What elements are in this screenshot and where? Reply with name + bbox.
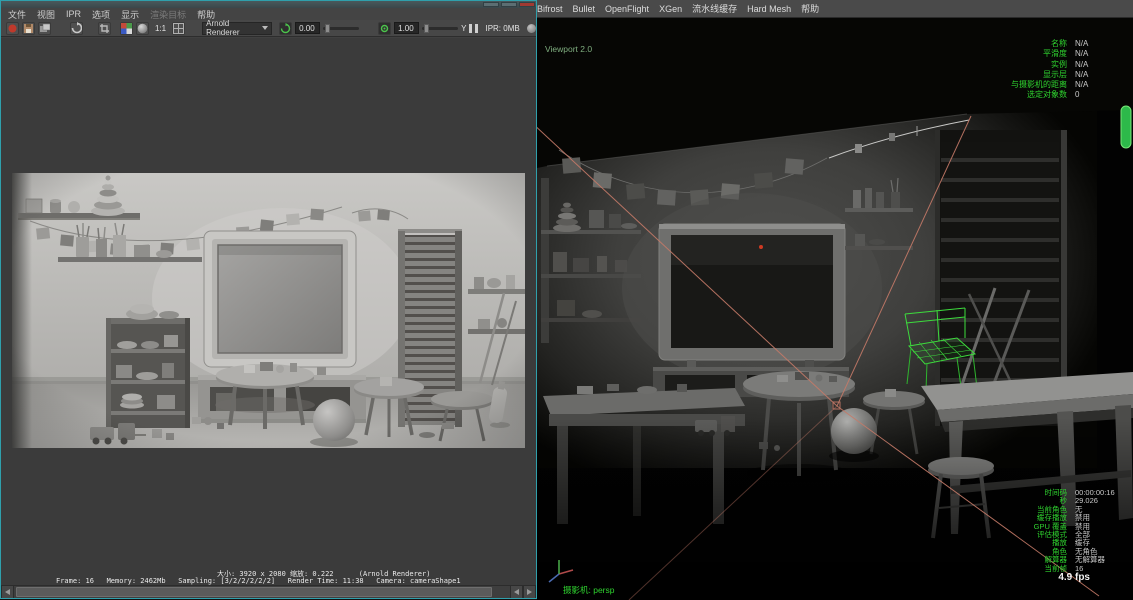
viewport[interactable]: Viewport 2.0 名称 N/A 平滑度 N/A 实例 N/A 显示层 N/A 与…	[537, 18, 1133, 600]
hud-row: 与摄影机的距离 N/A	[1011, 79, 1129, 89]
renderview-toolbar: 1:1 Arnold Renderer Y IPR: 0MB	[1, 19, 536, 37]
hud-row: 解算器 无解算器	[1034, 554, 1129, 564]
minimize-icon[interactable]	[483, 2, 499, 7]
record-icon[interactable]	[6, 21, 19, 35]
hud-row: 显示层 N/A	[1011, 69, 1129, 79]
menu-ipr[interactable]: IPR	[66, 9, 81, 19]
camera-label: 摄影机: persp	[563, 585, 615, 595]
renderer-dropdown-value: Arnold Renderer	[206, 19, 240, 37]
menu-bullet[interactable]: Bullet	[573, 4, 596, 14]
hud-value: N/A	[1075, 80, 1089, 90]
aov-grid-icon[interactable]	[172, 21, 186, 35]
menu-file[interactable]: 文件	[8, 8, 26, 21]
hud-row: 实例 N/A	[1011, 59, 1129, 69]
rgba-channels-icon[interactable]	[120, 21, 133, 35]
hud-row: 缓存播放 禁用	[1034, 512, 1129, 522]
hud-value: N/A	[1075, 39, 1089, 48]
renderview-menubar: 文件 视图 IPR 选项 显示 渲染目标 帮助	[1, 8, 536, 20]
hud-row: 当前帧 16	[1034, 563, 1129, 573]
hud-playback: 时间码 00:00:00:16 秒 29.026 当前角色无 缓存播放 禁用 GPU …	[1034, 487, 1129, 573]
gamma-slider-handle[interactable]	[424, 23, 430, 33]
horizontal-scrollbar[interactable]	[1, 585, 536, 598]
menu-openflight[interactable]: OpenFlight	[605, 4, 649, 14]
exposure-slider[interactable]	[323, 23, 360, 33]
arnold-renderview-window: 文件 视图 IPR 选项 显示 渲染目标 帮助 1:1 Arnold Rende…	[0, 0, 537, 599]
pause-icon[interactable]	[469, 23, 479, 33]
status-indicator-icon	[526, 23, 536, 33]
maximize-icon[interactable]	[501, 2, 517, 7]
hud-row: GPU 覆盖 禁用	[1034, 521, 1129, 531]
display-sphere-icon[interactable]	[136, 21, 149, 35]
render-frame-info: Frame: 16 Memory: 2462Mb Sampling: [3/2/…	[56, 577, 461, 585]
render-refresh-icon[interactable]	[70, 21, 83, 35]
menu-display[interactable]: 显示	[121, 8, 139, 21]
snapshot-icon[interactable]	[38, 21, 51, 35]
window-titlebar[interactable]	[1, 1, 536, 8]
hud-value: N/A	[1075, 59, 1089, 69]
render-status-bar: 大小: 3920 x 2080 缩放: 0.222 (Arnold Render…	[1, 569, 536, 585]
scroll-left-end-icon[interactable]	[510, 586, 523, 598]
hud-label: 选定对象数	[1027, 90, 1067, 100]
hud-row: 选定对象数 0	[1011, 89, 1129, 99]
white-balance-icon[interactable]	[378, 21, 392, 35]
menu-bifrost[interactable]: Bifrost	[537, 4, 563, 14]
chevron-down-icon	[262, 26, 269, 30]
maya-main-window: Bifrost Bullet OpenFlight XGen 流水线缓存 Har…	[537, 0, 1133, 600]
hud-value: N/A	[1075, 49, 1089, 59]
hud-row: 当前角色无	[1034, 504, 1129, 514]
scroll-left-icon[interactable]	[1, 586, 14, 598]
hud-object-details: 名称 N/A 平滑度 N/A 实例 N/A 显示层 N/A 与摄影机的距离 N/A 选定对…	[1011, 38, 1129, 100]
hud-value: 0	[1075, 90, 1080, 100]
menu-view[interactable]: 视图	[37, 8, 55, 21]
ipr-memory-label: IPR: 0MB	[485, 23, 520, 33]
zoom-ratio-label[interactable]: 1:1	[155, 24, 166, 33]
hud-row: 时间码 00:00:00:16	[1034, 487, 1129, 497]
hud-row: 名称 N/A	[1011, 38, 1129, 48]
scrollbar-thumb[interactable]	[16, 587, 493, 597]
hud-value: N/A	[1075, 69, 1089, 79]
gamma-field[interactable]	[394, 22, 420, 34]
save-icon[interactable]	[22, 21, 35, 35]
hud-row: 平滑度 N/A	[1011, 48, 1129, 58]
hud-row: 角色 无角色	[1034, 546, 1129, 556]
axis-label: Y	[461, 23, 467, 33]
crop-icon[interactable]	[98, 21, 111, 35]
menu-xgen[interactable]: XGen	[659, 4, 682, 14]
start-ipr-icon[interactable]	[279, 21, 293, 35]
menu-pipeline-cache[interactable]: 流水线缓存	[692, 2, 737, 15]
maya-menubar: Bifrost Bullet OpenFlight XGen 流水线缓存 Har…	[537, 0, 1133, 18]
gamma-slider[interactable]	[422, 23, 459, 33]
scrollbar-track[interactable]	[14, 586, 510, 598]
renderer-dropdown[interactable]: Arnold Renderer	[202, 19, 273, 37]
menu-options[interactable]: 选项	[92, 8, 110, 21]
render-area[interactable]	[1, 38, 536, 569]
fps-counter: 4.9 fps	[1058, 572, 1090, 583]
scroll-right-icon[interactable]	[523, 586, 536, 598]
exposure-field[interactable]	[295, 22, 321, 34]
menu-hard-mesh[interactable]: Hard Mesh	[747, 4, 791, 14]
viewport-renderer-label: Viewport 2.0	[545, 44, 593, 54]
menu-help[interactable]: 帮助	[801, 2, 819, 15]
menu-render-target: 渲染目标	[150, 9, 187, 20]
window-controls	[483, 2, 535, 7]
exposure-slider-handle[interactable]	[325, 23, 331, 33]
close-icon[interactable]	[519, 2, 535, 7]
hud-row: 评估模式 全部	[1034, 529, 1129, 539]
rendered-image	[12, 173, 525, 448]
